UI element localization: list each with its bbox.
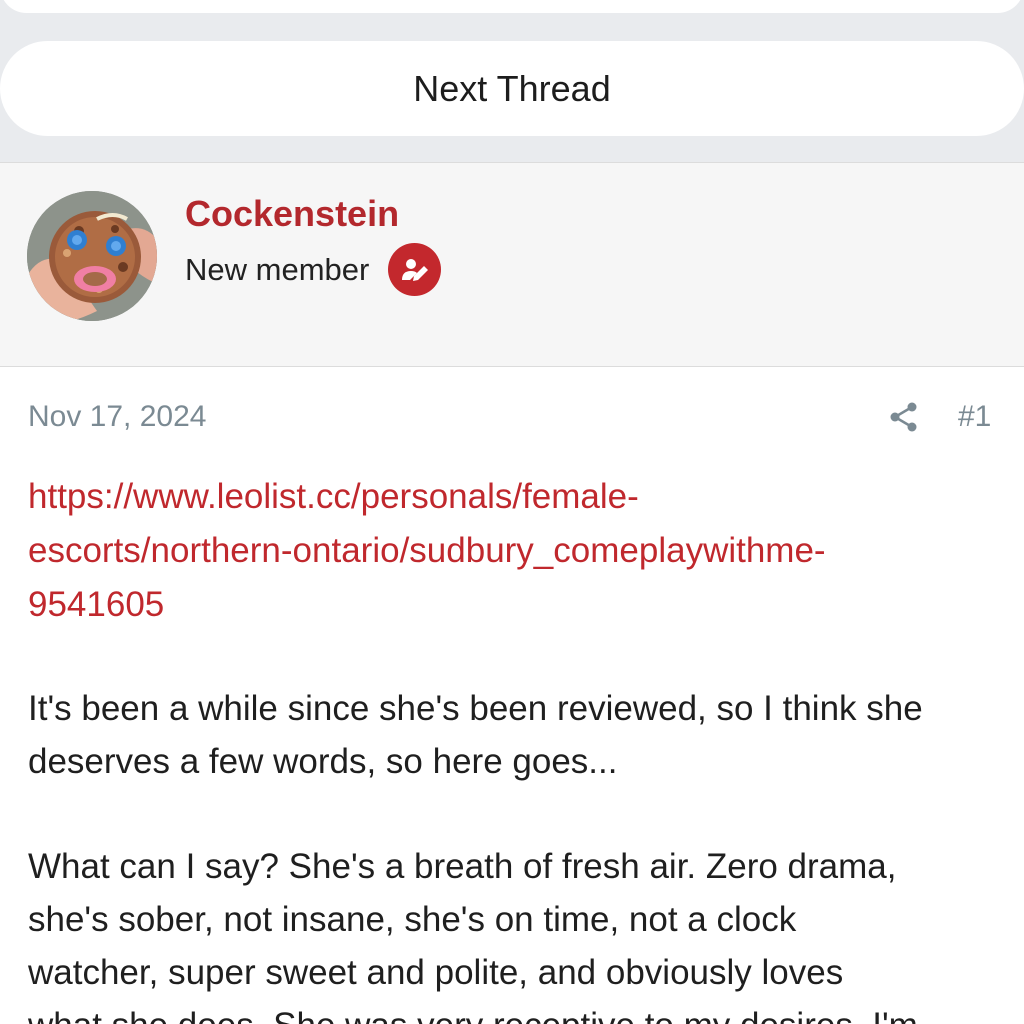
avatar[interactable]	[27, 191, 157, 321]
post-author: Cockenstein New member	[0, 162, 1024, 367]
post-number[interactable]: #1	[958, 400, 991, 434]
paragraph-line: What can I say? She's a breath of fresh …	[28, 847, 897, 886]
previous-thread-button[interactable]	[0, 0, 1024, 13]
paragraph-line: watcher, super sweet and polite, and obv…	[28, 953, 844, 992]
paragraph-line: she's sober, not insane, she's on time, …	[28, 900, 797, 939]
next-thread-label: Next Thread	[413, 67, 611, 109]
cookie-face-avatar-icon	[27, 191, 157, 321]
thread-navigation: Next Thread	[0, 0, 1024, 162]
page: Next Thread Cockenstein New member Nov 1…	[0, 0, 1024, 1024]
next-thread-button[interactable]: Next Thread	[0, 41, 1024, 136]
post-date[interactable]: Nov 17, 2024	[28, 400, 206, 434]
username[interactable]: Cockenstein	[185, 193, 399, 235]
paragraph-line: deserves a few words, so here goes...	[28, 742, 618, 781]
share-icon[interactable]	[888, 401, 920, 433]
paragraph-line: what she does. She was very receptive to…	[28, 999, 1008, 1024]
post-link-line: escorts/northern-ontario/sudbury_comepla…	[28, 531, 826, 570]
post-paragraph: It's been a while since she's been revie…	[28, 682, 1008, 788]
post-paragraph: What can I say? She's a breath of fresh …	[28, 840, 1008, 1024]
paragraph-line: It's been a while since she's been revie…	[28, 689, 923, 728]
user-edit-icon	[388, 243, 441, 296]
user-title: New member	[185, 252, 370, 287]
post-link[interactable]: https://www.leolist.cc/personals/female-…	[28, 470, 988, 632]
post-link-line: https://www.leolist.cc/personals/female-	[28, 477, 639, 516]
post-link-line: 9541605	[28, 585, 165, 624]
